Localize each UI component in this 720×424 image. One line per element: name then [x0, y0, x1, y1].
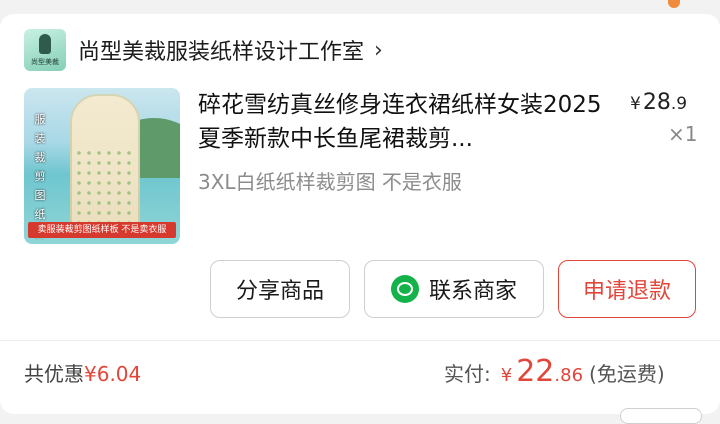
- paid-decimal: .86: [554, 365, 584, 386]
- product-price: ¥28.9: [630, 90, 687, 115]
- product-spec: 3XL白纸纸样裁剪图 不是衣服: [198, 170, 462, 194]
- contact-seller-label: 联系商家: [428, 279, 517, 304]
- thumbnail-dress-pattern: [74, 148, 136, 228]
- status-indicator: [668, 0, 680, 8]
- divider: [0, 340, 720, 341]
- thumbnail-banner: 卖服装裁剪图纸样板 不是卖衣服: [28, 222, 176, 238]
- share-product-label: 分享商品: [235, 279, 324, 304]
- logo-figure-icon: [39, 34, 51, 54]
- share-product-button[interactable]: 分享商品: [210, 260, 350, 318]
- wechat-icon: [390, 275, 419, 303]
- shop-name[interactable]: 尚型美裁服装纸样设计工作室: [78, 34, 364, 66]
- shop-logo-text: 尚型美裁: [31, 58, 59, 66]
- request-refund-button[interactable]: 申请退款: [558, 260, 696, 318]
- bottom-partial-button[interactable]: [620, 408, 702, 424]
- shipping-note: (免运费): [589, 362, 665, 386]
- paid-label: 实付:: [444, 362, 491, 386]
- request-refund-label: 申请退款: [582, 279, 671, 304]
- price-integer: 28: [642, 90, 671, 115]
- chevron-right-icon[interactable]: ›: [374, 38, 383, 63]
- discount-label: 共优惠: [24, 362, 84, 386]
- product-title[interactable]: 碎花雪纺真丝修身连衣裙纸样女装2025夏季新款中长鱼尾裙裁剪...: [198, 88, 613, 156]
- product-quantity: ×1: [668, 122, 698, 146]
- product-thumbnail[interactable]: 服装裁剪图纸样 卖服装裁剪图纸样板 不是卖衣服: [24, 88, 180, 244]
- paid-summary: 实付: ¥ 22 .86 (免运费): [444, 354, 665, 389]
- paid-currency: ¥: [500, 365, 513, 386]
- price-currency: ¥: [630, 94, 641, 114]
- contact-seller-button[interactable]: 联系商家: [364, 260, 544, 318]
- discount-summary: 共优惠¥6.04: [24, 358, 141, 387]
- discount-amount: ¥6.04: [84, 362, 142, 386]
- shop-logo: 尚型美裁: [24, 29, 66, 71]
- paid-integer: 22: [516, 354, 555, 389]
- shop-header[interactable]: 尚型美裁 尚型美裁服装纸样设计工作室 ›: [24, 28, 383, 72]
- price-decimal: .9: [670, 94, 688, 114]
